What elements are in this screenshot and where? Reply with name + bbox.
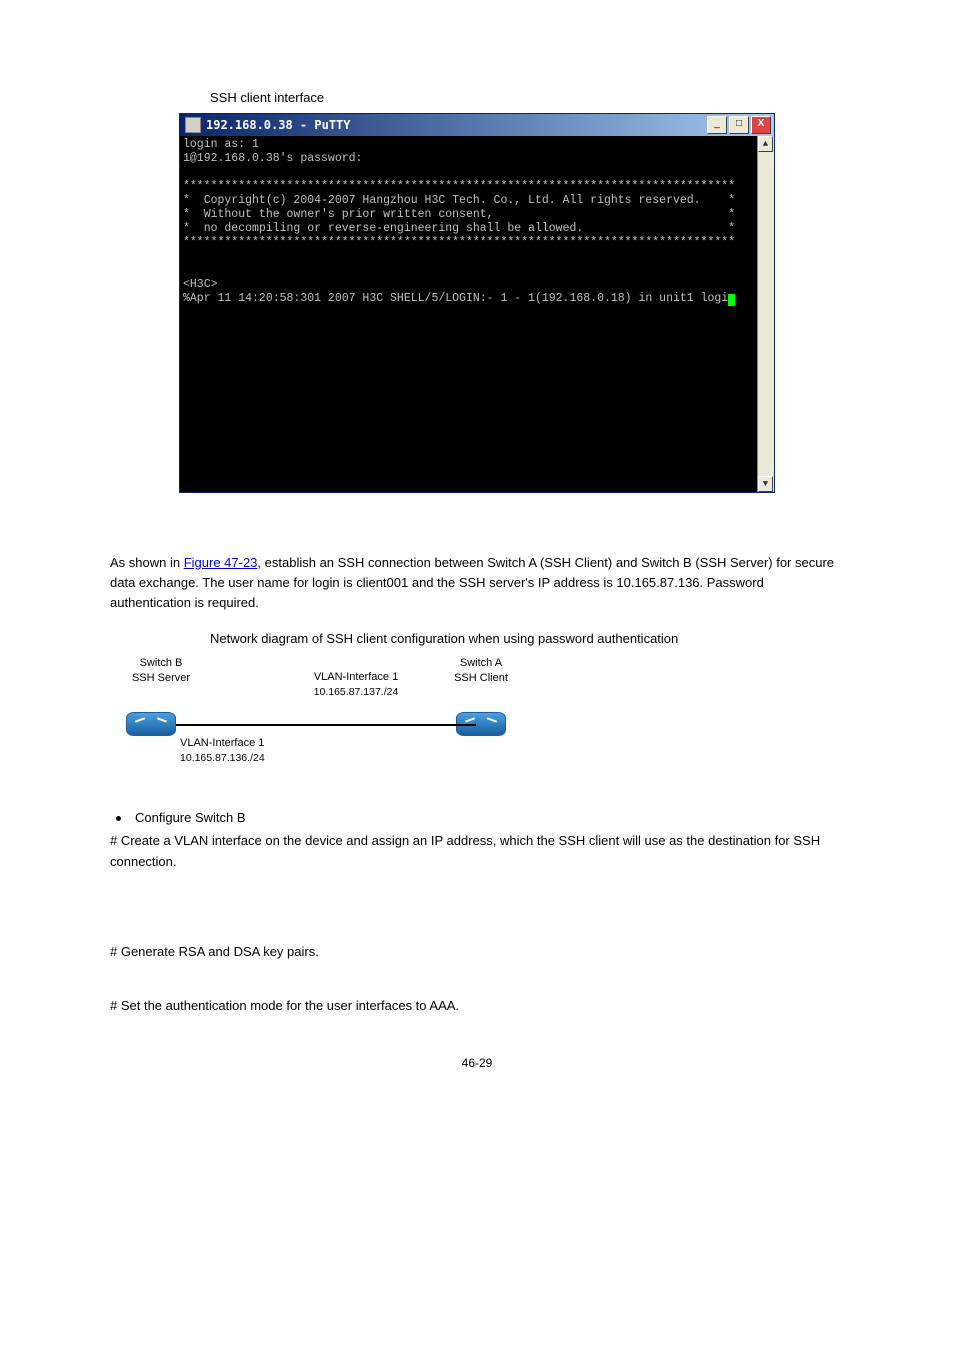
label-text: VLAN-Interface 1 xyxy=(314,671,398,683)
bullet-text: Configure Switch B xyxy=(135,810,246,825)
putty-window: 192.168.0.38 - PuTTY _ □ X login as: 1 1… xyxy=(179,113,775,493)
bullet-dot-icon xyxy=(116,816,121,821)
term-line: %Apr 11 14:20:58:301 2007 H3C SHELL/5/LO… xyxy=(183,292,728,305)
label-text: SSH Client xyxy=(454,672,508,684)
term-line: <H3C> xyxy=(183,278,218,291)
window-title: 192.168.0.38 - PuTTY xyxy=(206,118,707,132)
putty-icon xyxy=(185,117,201,133)
switch-a-label: Switch A SSH Client xyxy=(436,656,526,685)
term-line: login as: 1 xyxy=(183,138,259,151)
switch-b-icon xyxy=(126,712,176,736)
figure-reference-link[interactable]: Figure 47-23 xyxy=(184,555,258,570)
maximize-button[interactable]: □ xyxy=(729,116,749,134)
label-text: VLAN-Interface 1 xyxy=(180,737,264,749)
figure-caption: SSH client interface xyxy=(210,90,844,105)
label-text: Switch B xyxy=(140,657,183,669)
term-line: ****************************************… xyxy=(183,236,735,249)
step-set-auth: # Set the authentication mode for the us… xyxy=(110,996,844,1016)
switch-b-label: Switch B SSH Server xyxy=(116,656,206,685)
close-button[interactable]: X xyxy=(751,116,771,134)
vlan-right-label: VLAN-Interface 1 10.165.87.137./24 xyxy=(296,670,416,699)
step-create-vlan: # Create a VLAN interface on the device … xyxy=(110,831,844,871)
page-number: 46-29 xyxy=(110,1056,844,1070)
scroll-up-button[interactable]: ▲ xyxy=(758,136,773,152)
term-line: 1@192.168.0.38's password: xyxy=(183,152,362,165)
minimize-button[interactable]: _ xyxy=(707,116,727,134)
label-text: 10.165.87.137./24 xyxy=(314,686,399,698)
term-line: * no decompiling or reverse-engineering … xyxy=(183,222,735,235)
diagram-caption: Network diagram of SSH client configurat… xyxy=(210,631,844,646)
bullet-item: Configure Switch B xyxy=(110,810,844,825)
label-text: 10.165.87.136./24 xyxy=(180,752,265,764)
scrollbar[interactable]: ▲ ▼ xyxy=(757,136,774,492)
term-line: * Copyright(c) 2004-2007 Hangzhou H3C Te… xyxy=(183,194,735,207)
step-gen-keys: # Generate RSA and DSA key pairs. xyxy=(110,942,844,962)
text: As shown in xyxy=(110,555,184,570)
term-line: ****************************************… xyxy=(183,180,735,193)
vlan-left-label: VLAN-Interface 1 10.165.87.136./24 xyxy=(180,736,300,765)
label-text: SSH Server xyxy=(132,672,190,684)
link-line xyxy=(176,724,476,726)
network-diagram: Switch B SSH Server Switch A SSH Client … xyxy=(116,656,516,786)
scroll-down-button[interactable]: ▼ xyxy=(758,476,773,492)
terminal-cursor xyxy=(728,294,735,306)
label-text: Switch A xyxy=(460,657,502,669)
terminal-output[interactable]: login as: 1 1@192.168.0.38's password: *… xyxy=(180,136,774,492)
term-line: * Without the owner's prior written cons… xyxy=(183,208,735,221)
network-requirements-paragraph: As shown in Figure 47-23, establish an S… xyxy=(110,553,844,613)
window-titlebar: 192.168.0.38 - PuTTY _ □ X xyxy=(180,114,774,136)
